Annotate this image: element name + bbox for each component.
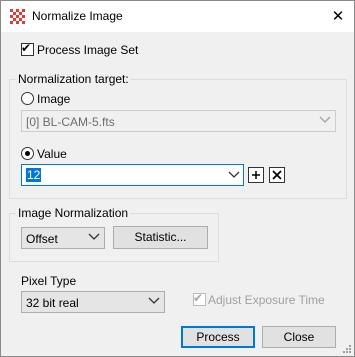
value-input-text: 12 [26, 168, 42, 182]
value-input[interactable]: 12 [21, 164, 244, 186]
plus-icon [252, 171, 260, 179]
image-normalization-legend: Image Normalization [16, 206, 131, 220]
image-radio-label: Image [37, 92, 71, 106]
chevron-down-icon [319, 116, 331, 123]
checkmark-icon: ✔ [21, 41, 32, 55]
app-grid-icon [10, 9, 25, 24]
process-button[interactable]: Process [181, 326, 255, 348]
close-window-icon[interactable]: ✕ [328, 7, 348, 27]
radio-selected-dot [25, 151, 30, 156]
chevron-down-icon [148, 297, 160, 304]
chevron-down-icon[interactable] [228, 171, 240, 179]
adjust-exposure-checkbox[interactable]: ✔ [193, 291, 206, 306]
pixel-type-value: 32 bit real [26, 296, 79, 310]
image-select-value: [0] BL-CAM-5.fts [26, 115, 115, 129]
close-button[interactable]: Close [262, 326, 336, 348]
pixel-type-select[interactable]: 32 bit real [21, 291, 165, 313]
window-title: Normalize Image [32, 9, 123, 23]
value-radio[interactable] [21, 147, 34, 160]
value-radio-label: Value [37, 147, 67, 161]
image-select[interactable]: [0] BL-CAM-5.fts [21, 110, 336, 132]
adjust-exposure-label: Adjust Exposure Time [208, 293, 325, 307]
x-icon [272, 170, 282, 180]
statistic-button[interactable]: Statistic... [113, 226, 208, 249]
normalization-target-legend: Normalization target: [16, 72, 131, 86]
remove-value-button[interactable] [269, 167, 285, 183]
normalization-method-select[interactable]: Offset [21, 227, 105, 249]
title-bar: Normalize Image ✕ [1, 1, 354, 32]
chevron-down-icon [88, 233, 100, 240]
add-value-button[interactable] [248, 167, 264, 183]
normalization-method-value: Offset [26, 232, 58, 246]
checkmark-icon: ✔ [193, 291, 204, 305]
resize-grip-icon[interactable] [342, 344, 352, 354]
pixel-type-label: Pixel Type [21, 274, 77, 288]
normalize-image-dialog: Normalize Image ✕ ✔ Process Image Set No… [0, 0, 355, 357]
image-radio[interactable] [21, 92, 34, 105]
process-image-set-label: Process Image Set [37, 43, 139, 57]
process-image-set-checkbox[interactable]: ✔ [21, 41, 34, 56]
